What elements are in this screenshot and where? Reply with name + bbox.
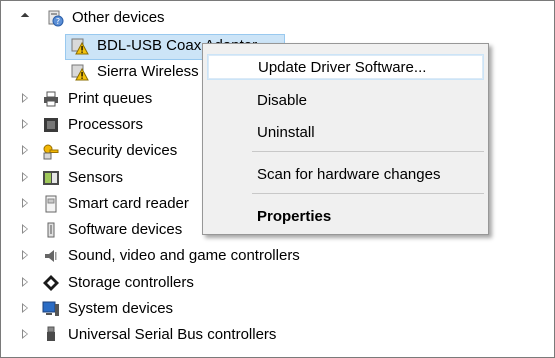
expand-arrow-icon[interactable] [22, 250, 28, 260]
menu-item-uninstall[interactable]: Uninstall [207, 119, 484, 145]
menu-item-label: Properties [257, 207, 332, 225]
expand-arrow-icon[interactable] [22, 119, 28, 129]
software-device-icon [42, 221, 60, 239]
tree-node-label: Storage controllers [68, 273, 194, 291]
menu-item-label: Scan for hardware changes [257, 165, 441, 183]
svg-text:?: ? [56, 17, 60, 26]
tree-node-print-queues[interactable]: Print queues [22, 86, 153, 111]
tree-node-usb-controllers[interactable]: Universal Serial Bus controllers [22, 322, 277, 347]
collapse-arrow-icon[interactable] [20, 12, 30, 22]
menu-item-update-driver[interactable]: Update Driver Software... [207, 54, 484, 80]
storage-icon [42, 274, 60, 292]
expand-arrow-icon[interactable] [22, 277, 28, 287]
tree-node-processors[interactable]: Processors [22, 112, 144, 137]
tree-node-software-devices[interactable]: Software devices [22, 217, 183, 242]
menu-separator [252, 151, 484, 152]
expand-arrow-icon[interactable] [22, 303, 28, 313]
tree-node-label: Smart card reader [68, 194, 189, 212]
tree-node-label: Print queues [68, 89, 153, 107]
monitor-icon [42, 300, 60, 318]
key-icon [42, 142, 60, 160]
tree-node-sensors[interactable]: Sensors [22, 165, 124, 190]
tree-node-label: Universal Serial Bus controllers [68, 325, 277, 343]
tree-node-system-devices[interactable]: System devices [22, 296, 174, 321]
expand-arrow-icon[interactable] [22, 172, 28, 182]
expand-arrow-icon[interactable] [22, 93, 28, 103]
speaker-icon [42, 247, 60, 265]
tree-node-label: Other devices [72, 8, 165, 26]
sensor-icon [42, 169, 60, 187]
tree-node-storage-controllers[interactable]: Storage controllers [22, 270, 194, 295]
tree-node-label: Sound, video and game controllers [68, 246, 300, 264]
context-menu: Update Driver Software... Disable Uninst… [202, 43, 489, 235]
tree-node-sierra-wireless[interactable]: Sierra Wireless [71, 59, 199, 84]
warning-device-icon [71, 63, 89, 81]
tree-node-sound-video-game[interactable]: Sound, video and game controllers [22, 243, 300, 268]
menu-item-properties[interactable]: Properties [207, 203, 484, 229]
tree-node-label: Software devices [68, 220, 183, 238]
tree-node-security-devices[interactable]: Security devices [22, 138, 178, 163]
expand-arrow-icon[interactable] [22, 329, 28, 339]
tree-node-other-devices[interactable]: ? Other devices [20, 5, 165, 30]
menu-item-scan-hardware[interactable]: Scan for hardware changes [207, 161, 484, 187]
expand-arrow-icon[interactable] [22, 198, 28, 208]
menu-item-label: Update Driver Software... [258, 58, 427, 76]
tree-node-smart-card-reader[interactable]: Smart card reader [22, 191, 189, 216]
menu-item-label: Disable [257, 91, 308, 109]
tree-node-label: Security devices [68, 141, 178, 159]
usb-icon [42, 326, 60, 344]
menu-item-disable[interactable]: Disable [207, 87, 484, 113]
tree-node-label: Processors [68, 115, 144, 133]
expand-arrow-icon[interactable] [22, 224, 28, 234]
smart-card-icon [42, 195, 60, 213]
tree-node-label: System devices [68, 299, 174, 317]
unknown-device-icon: ? [46, 9, 64, 27]
tree-node-label: Sierra Wireless [97, 62, 199, 80]
warning-device-icon [71, 37, 89, 55]
tree-node-label: Sensors [68, 168, 124, 186]
processor-icon [42, 116, 60, 134]
expand-arrow-icon[interactable] [22, 145, 28, 155]
printer-icon [42, 90, 60, 108]
menu-item-label: Uninstall [257, 123, 315, 141]
menu-separator [252, 193, 484, 194]
